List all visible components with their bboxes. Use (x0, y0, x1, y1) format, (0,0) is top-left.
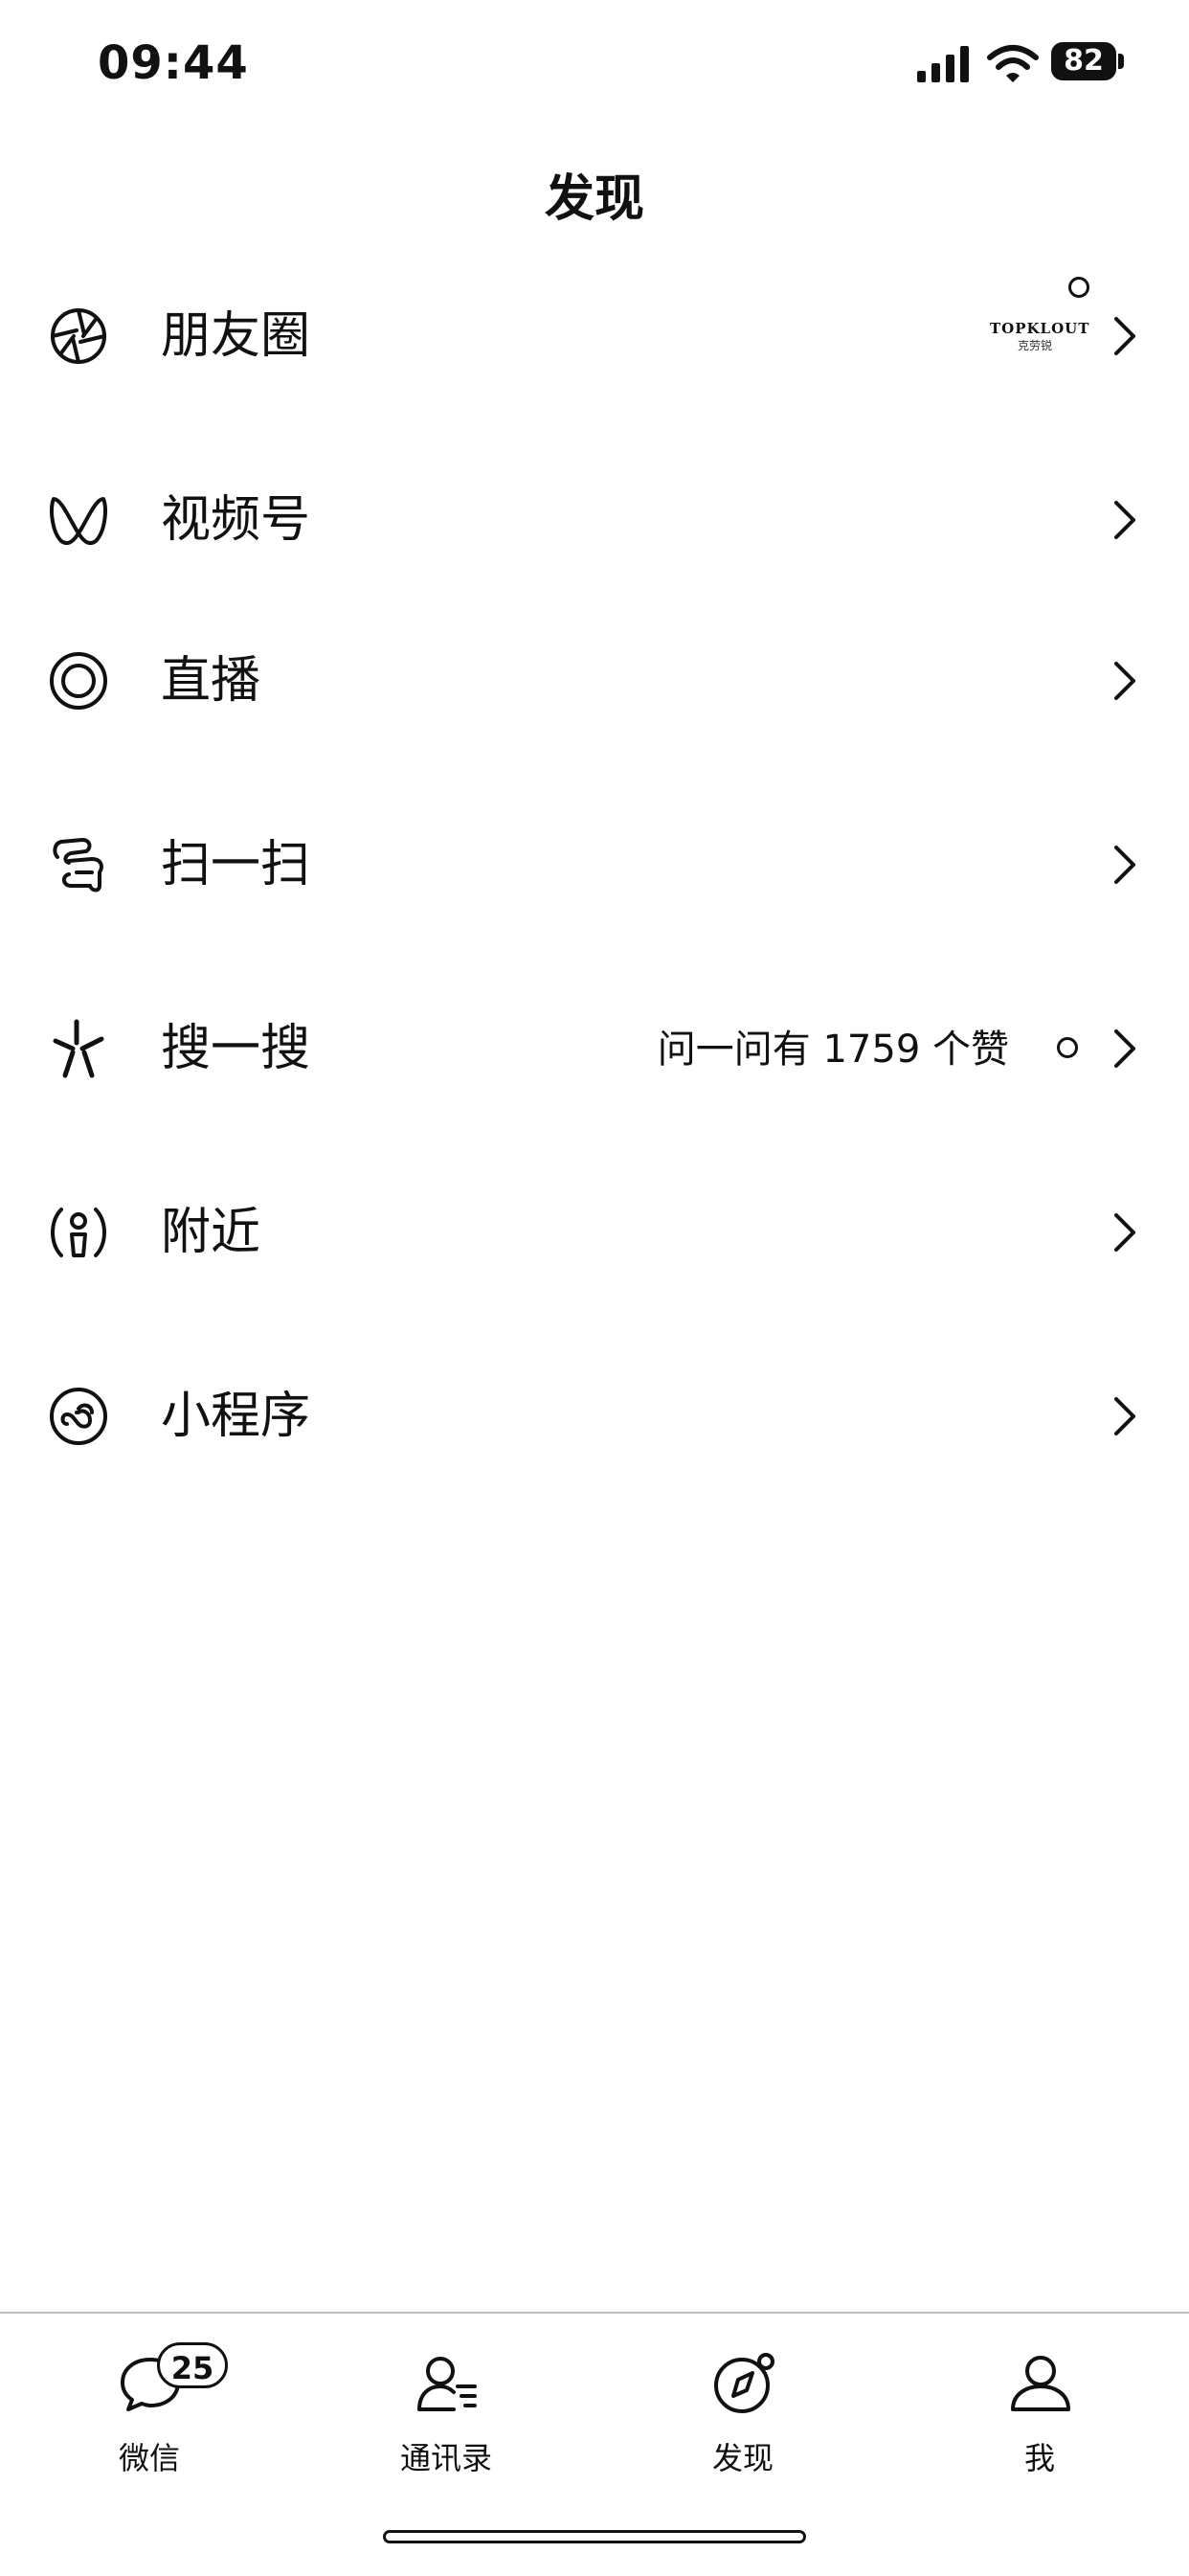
moments-thumbnail: TOPKLOUT 克劳锐 (990, 320, 1090, 360)
search-icon (53, 1019, 104, 1078)
chevron-right-icon (1114, 317, 1135, 355)
contacts-icon (417, 2357, 477, 2411)
tab-contacts[interactable]: 通讯录 (350, 2342, 542, 2476)
unread-dot (1068, 277, 1089, 298)
row-label: 搜一搜 (161, 1020, 311, 1077)
row-label: 视频号 (161, 491, 311, 549)
chevron-right-icon (1114, 1397, 1135, 1435)
tab-label: 发现 (711, 2440, 774, 2476)
scan-icon (53, 837, 103, 893)
compass-icon (714, 2353, 774, 2413)
live-icon (50, 652, 107, 710)
chevron-right-icon (1114, 1213, 1135, 1252)
tab-me[interactable]: 我 (944, 2342, 1135, 2476)
page-title: 发现 (544, 170, 644, 228)
status-bar: 09:44 82 (0, 0, 1189, 134)
chevron-right-icon (1114, 662, 1135, 700)
thumb-brand: TOPKLOUT (990, 320, 1090, 337)
tab-label: 微信 (118, 2440, 180, 2476)
chevron-right-icon (1114, 501, 1135, 539)
row-mini-programs[interactable]: 小程序 (0, 1344, 1189, 1488)
cellular-signal-icon (917, 46, 969, 82)
row-live[interactable]: 直播 (0, 609, 1189, 753)
chevron-right-icon (1114, 846, 1135, 884)
moments-icon (51, 308, 106, 364)
battery-level: 82 (1064, 44, 1104, 78)
row-moments[interactable]: 朋友圈 TOPKLOUT 克劳锐 (0, 264, 1189, 408)
row-label: 朋友圈 (161, 307, 311, 365)
battery-indicator: 82 (1051, 42, 1130, 84)
unread-dot (1057, 1037, 1078, 1058)
nearby-icon (51, 1208, 106, 1257)
wifi-icon (987, 45, 1039, 82)
tab-label: 通讯录 (399, 2440, 492, 2476)
mini-program-icon (50, 1388, 107, 1445)
row-search[interactable]: 搜一搜 问一问有 1759 个赞 (0, 977, 1189, 1120)
channels-icon (50, 497, 107, 546)
row-label: 扫一扫 (161, 836, 311, 893)
row-nearby[interactable]: 附近 (0, 1161, 1189, 1304)
home-indicator[interactable] (383, 2530, 806, 2543)
row-label: 直播 (161, 652, 261, 710)
thumb-subtitle: 克劳锐 (1017, 339, 1052, 352)
tab-chats[interactable]: 25 微信 (54, 2342, 245, 2476)
tab-discover[interactable]: 发现 (647, 2342, 839, 2476)
unread-badge: 25 (157, 2342, 228, 2388)
me-icon (1011, 2356, 1070, 2411)
row-scan[interactable]: 扫一扫 (0, 793, 1189, 937)
row-label: 附近 (161, 1204, 261, 1261)
chevron-right-icon (1114, 1029, 1135, 1068)
tab-label: 我 (1023, 2440, 1055, 2476)
row-label: 小程序 (161, 1388, 311, 1445)
status-time: 09:44 (98, 36, 249, 90)
row-channels[interactable]: 视频号 (0, 448, 1189, 592)
ask-likes-text: 问一问有 1759 个赞 (657, 1028, 1009, 1072)
